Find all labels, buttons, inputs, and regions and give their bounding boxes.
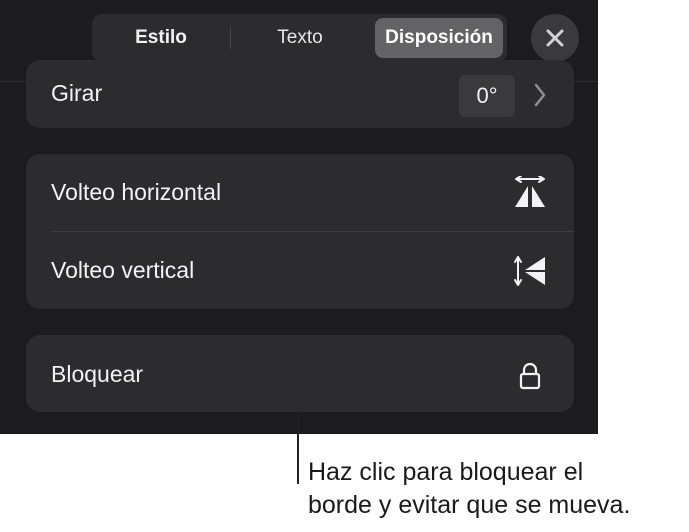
close-button[interactable] bbox=[531, 14, 579, 62]
flip-horizontal-row[interactable]: Volteo horizontal bbox=[26, 154, 574, 231]
rotate-row[interactable]: Girar 0° bbox=[26, 60, 574, 128]
lock-row[interactable]: Bloquear bbox=[26, 335, 574, 412]
format-tabs: Estilo Texto Disposición bbox=[92, 14, 507, 62]
callout-text: Haz clic para bloquear el borde y evitar… bbox=[308, 456, 688, 522]
lock-icon bbox=[519, 362, 541, 390]
tab-disposicion[interactable]: Disposición bbox=[375, 18, 503, 58]
callout-line bbox=[297, 411, 299, 484]
tab-texto[interactable]: Texto bbox=[230, 14, 370, 62]
callout-line-1: Haz clic para bloquear el bbox=[308, 458, 584, 486]
callout-line-2: borde y evitar que se mueva. bbox=[308, 491, 631, 519]
tab-estilo[interactable]: Estilo bbox=[92, 14, 230, 62]
rotate-label: Girar bbox=[51, 80, 103, 106]
close-icon bbox=[546, 29, 564, 47]
flip-vertical-label: Volteo vertical bbox=[51, 257, 195, 283]
format-panel: Estilo Texto Disposición Girar 0° Volteo… bbox=[0, 0, 598, 434]
flip-horizontal-label: Volteo horizontal bbox=[51, 179, 222, 205]
rotate-value[interactable]: 0° bbox=[459, 75, 515, 117]
flip-horizontal-icon bbox=[515, 176, 545, 207]
flip-vertical-row[interactable]: Volteo vertical bbox=[26, 232, 574, 309]
lock-label: Bloquear bbox=[51, 361, 144, 387]
flip-group: Volteo horizontal Volteo vertical bbox=[26, 154, 574, 309]
chevron-right-icon bbox=[534, 83, 546, 107]
flip-vertical-icon bbox=[514, 256, 545, 286]
